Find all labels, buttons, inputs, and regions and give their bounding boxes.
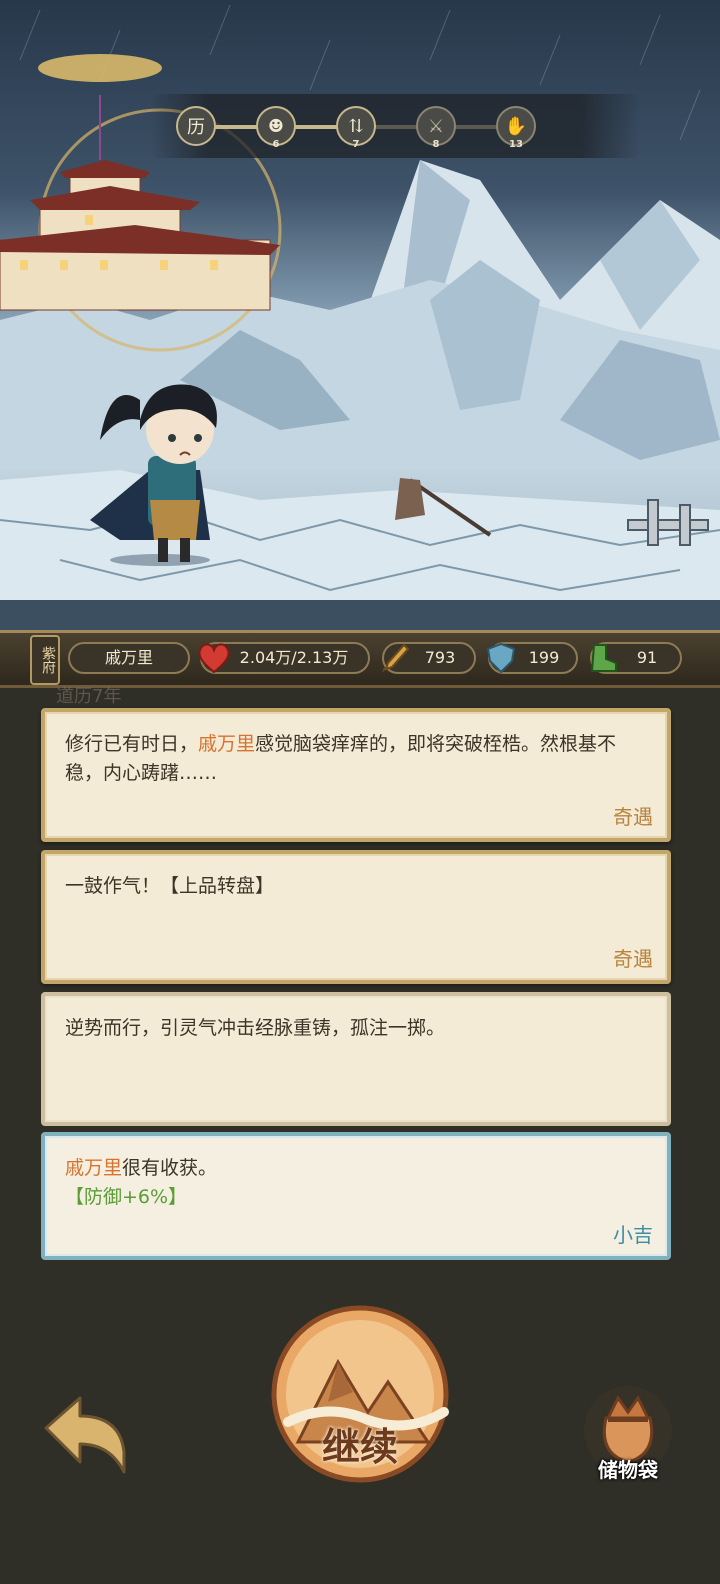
event-text-part: 很有收获。 <box>122 1157 218 1179</box>
character-status-bar: 紫府 戚万里 2.04万/2.13万 793 199 91 <box>0 630 720 688</box>
event-card: 一鼓作气！【上品转盘】 奇遇 <box>41 850 671 984</box>
event-card: 逆势而行，引灵气冲击经脉重铸，孤注一掷。 <box>41 992 671 1126</box>
node-glyph: ⚔ <box>427 115 445 137</box>
event-tag: 小吉 <box>613 1223 653 1247</box>
event-text-part: 修行已有时日， <box>65 733 199 755</box>
event-card-result: 戚万里很有收获。 【防御+6%】 小吉 <box>41 1132 671 1260</box>
brush-icon <box>382 643 410 673</box>
node-glyph: ☻ <box>267 115 285 137</box>
attack-value: 793 <box>424 648 456 667</box>
node-glyph: ⇅ <box>348 115 364 137</box>
character-name-highlight: 戚万里 <box>65 1157 123 1179</box>
event-tag: 奇遇 <box>613 805 653 829</box>
speed-value: 91 <box>636 648 658 667</box>
boot-icon <box>590 644 617 672</box>
node-number: 13 <box>509 139 523 150</box>
shield-icon <box>486 642 516 674</box>
node-number: 8 <box>432 139 440 150</box>
event-text: 一鼓作气！【上品转盘】 <box>65 875 275 897</box>
back-button[interactable] <box>40 1392 130 1478</box>
node-glyph: ✋ <box>504 115 528 137</box>
storage-bag-label: 储物袋 <box>598 1458 658 1482</box>
node-number: 6 <box>272 139 280 150</box>
year-label: 道历7年 <box>56 686 122 707</box>
speed-display: 91 <box>590 642 682 674</box>
continue-label: 继续 <box>321 1424 398 1469</box>
defense-display: 199 <box>486 642 578 674</box>
character-name-highlight: 戚万里 <box>198 733 256 755</box>
calendar-icon: 历 <box>176 106 216 146</box>
event-tag: 奇遇 <box>613 947 653 971</box>
hp-display: 2.04万/2.13万 <box>198 642 370 674</box>
event-card: 修行已有时日，戚万里感觉脑袋痒痒的，即将突破桎梏。然根基不稳，内心踌躇…… 奇遇 <box>41 708 671 842</box>
node-number: 7 <box>352 139 360 150</box>
event-text: 戚万里很有收获。 【防御+6%】 <box>65 1154 647 1212</box>
character-name: 戚万里 <box>68 642 190 674</box>
effect-text: 【防御+6%】 <box>65 1186 188 1208</box>
attack-display: 793 <box>382 642 476 674</box>
defense-value: 199 <box>528 648 560 667</box>
back-arrow-icon <box>44 1396 126 1474</box>
event-text: 逆势而行，引灵气冲击经脉重铸，孤注一掷。 <box>65 1017 446 1039</box>
realm-badge: 紫府 <box>30 635 60 685</box>
hp-value: 2.04万/2.13万 <box>239 648 349 667</box>
game-scene: 历 ☻ 6 ⇅ 7 ⚔ 8 ✋ 13 <box>0 0 720 640</box>
event-text: 修行已有时日，戚万里感觉脑袋痒痒的，即将突破桎梏。然根基不稳，内心踌躇…… <box>65 730 647 788</box>
stage-progress: 历 ☻ 6 ⇅ 7 ⚔ 8 ✋ 13 <box>150 94 640 158</box>
heart-icon <box>198 643 230 674</box>
node-glyph: 历 <box>187 117 205 138</box>
